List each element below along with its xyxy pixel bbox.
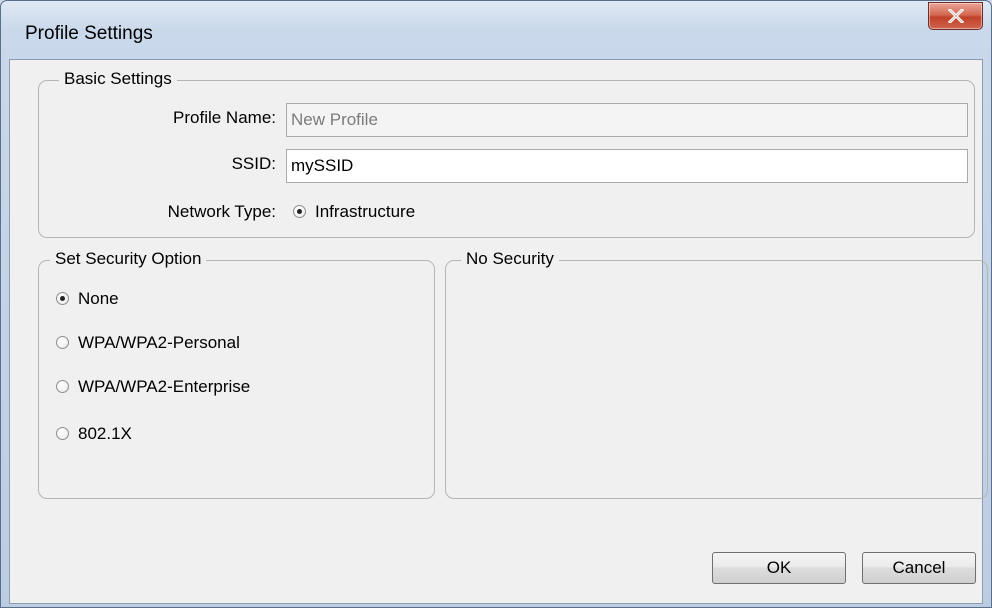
ssid-label: SSID: [231, 154, 276, 173]
network-type-infrastructure-radio[interactable]: Infrastructure [293, 202, 453, 224]
no-security-legend: No Security [461, 249, 559, 269]
profile-settings-window: Profile Settings Basic Settings Profile … [0, 0, 992, 608]
cancel-button[interactable]: Cancel [862, 552, 976, 584]
security-wpa-personal-radio[interactable]: WPA/WPA2-Personal [56, 333, 316, 355]
security-none-radio[interactable]: None [56, 289, 256, 311]
security-8021x-radio[interactable]: 802.1X [56, 424, 256, 446]
radio-checked-icon [56, 292, 69, 305]
security-option-label: None [78, 289, 119, 308]
profile-name-field: New Profile [286, 103, 968, 137]
security-option-label: 802.1X [78, 424, 132, 443]
title-bar[interactable]: Profile Settings [1, 1, 991, 59]
close-button[interactable] [928, 2, 983, 30]
ok-button[interactable]: OK [712, 552, 846, 584]
radio-unchecked-icon [56, 336, 69, 349]
no-security-group: No Security [445, 249, 988, 499]
radio-checked-icon [293, 205, 306, 218]
close-icon [948, 9, 964, 23]
profile-name-label: Profile Name: [173, 108, 276, 127]
window-title: Profile Settings [25, 23, 153, 44]
network-type-label: Network Type: [167, 202, 276, 221]
basic-settings-legend: Basic Settings [59, 69, 177, 89]
security-option-label: WPA/WPA2-Enterprise [78, 377, 251, 396]
network-type-option-label: Infrastructure [315, 202, 416, 221]
radio-unchecked-icon [56, 427, 69, 440]
security-wpa-enterprise-radio[interactable]: WPA/WPA2-Enterprise [56, 377, 316, 399]
security-option-legend: Set Security Option [50, 249, 207, 269]
radio-unchecked-icon [56, 380, 69, 393]
security-option-label: WPA/WPA2-Personal [78, 333, 240, 352]
ssid-field[interactable]: mySSID [286, 149, 968, 183]
dialog-client-area: Basic Settings Profile Name: New Profile… [9, 59, 988, 604]
